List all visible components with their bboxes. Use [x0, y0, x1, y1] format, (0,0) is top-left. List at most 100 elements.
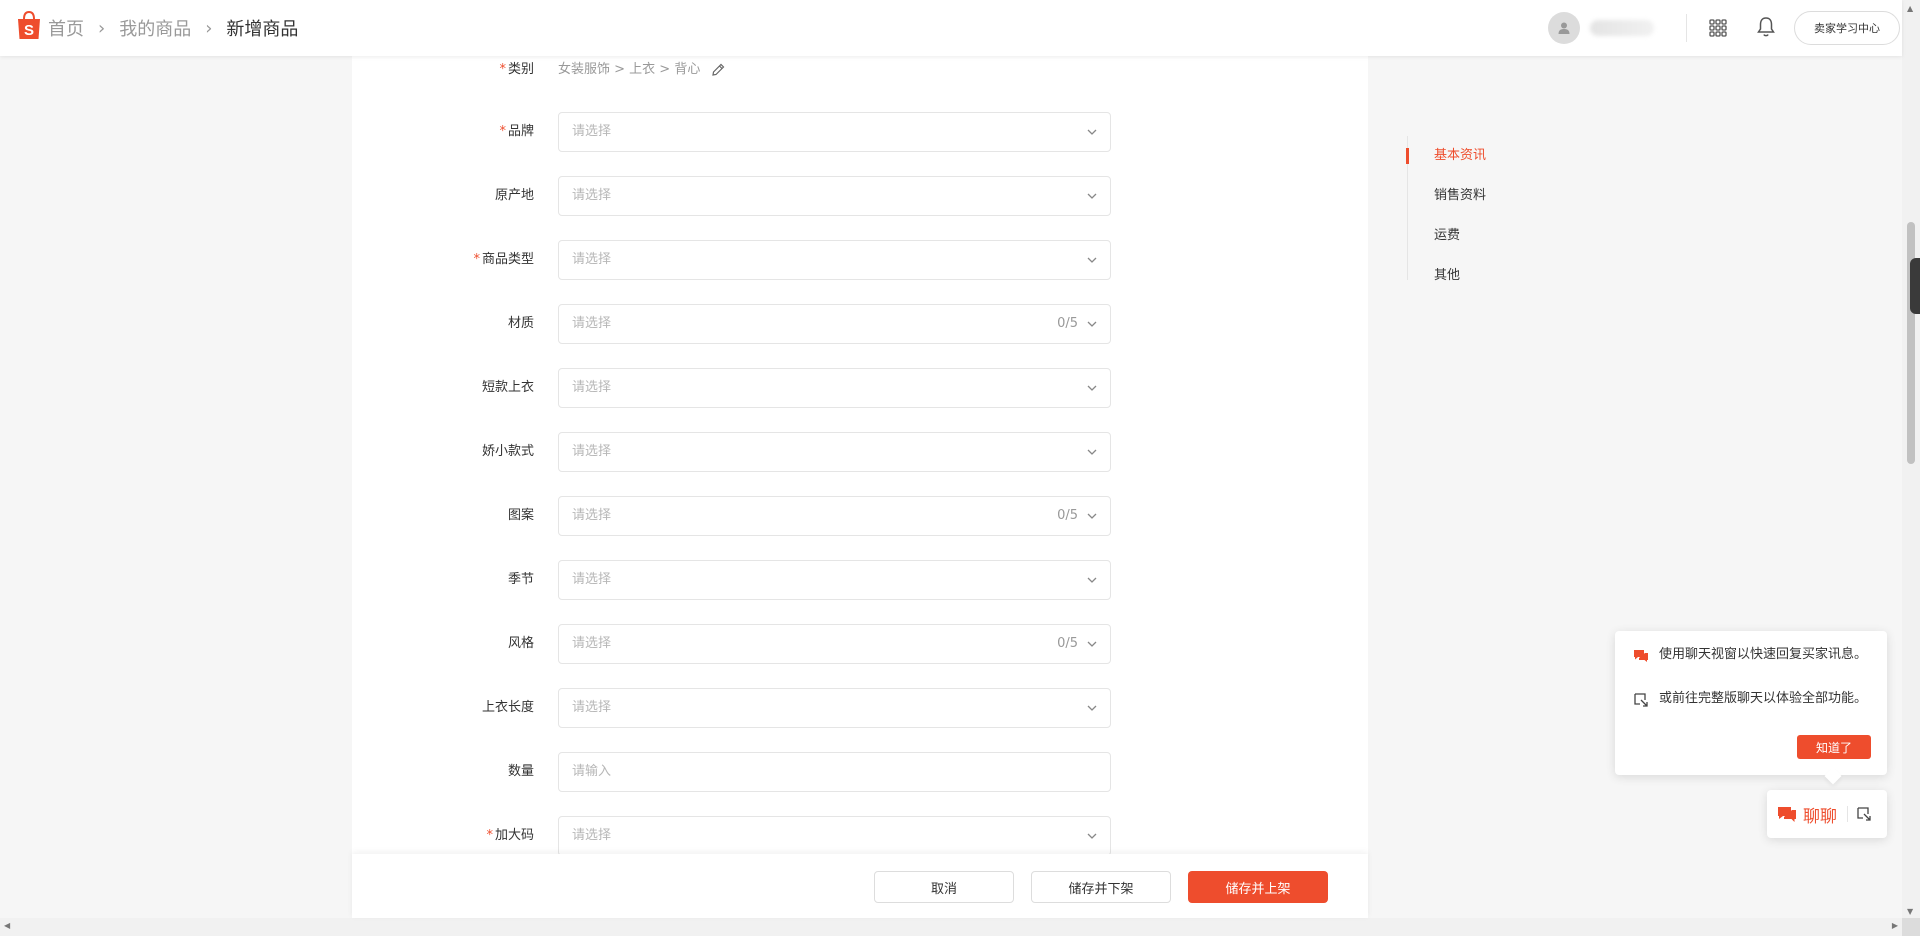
chevron-down-icon — [1087, 577, 1097, 583]
scroll-corner — [1902, 918, 1920, 936]
field-label: 季节 — [507, 572, 534, 587]
product-type-select[interactable]: 请选择 — [558, 240, 1111, 280]
top-header: S 首页 › 我的商品 › 新增商品 卖家学习中心 — [0, 0, 1902, 56]
crop-top-select[interactable]: 请选择 — [558, 368, 1111, 408]
top-length-select[interactable]: 请选择 — [558, 688, 1111, 728]
style-select[interactable]: 请选择 0/5 — [558, 624, 1111, 664]
field-label: 娇小款式 — [481, 444, 534, 459]
field-row-style: 风格 请选择 0/5 — [352, 624, 1368, 664]
chevron-down-icon — [1087, 513, 1097, 519]
external-window-icon[interactable] — [1856, 806, 1872, 822]
chevron-down-icon — [1087, 833, 1097, 839]
chat-tip-line: 使用聊天视窗以快速回复买家讯息。 — [1633, 647, 1873, 664]
field-row-material: 材质 请选择 0/5 — [352, 304, 1368, 344]
avatar[interactable] — [1548, 12, 1580, 44]
edit-pencil-icon[interactable] — [710, 62, 726, 78]
season-select[interactable]: 请选择 — [558, 560, 1111, 600]
category-label: * 类别 — [499, 62, 534, 77]
field-label: 数量 — [507, 764, 534, 779]
field-label: 图案 — [507, 508, 534, 523]
user-avatar-icon — [1558, 22, 1570, 34]
quantity-input[interactable]: 请输入 — [558, 752, 1111, 792]
field-row-pattern: 图案 请选择 0/5 — [352, 496, 1368, 536]
category-value: 女装服饰 > 上衣 > 背心 — [558, 62, 701, 77]
breadcrumb-current: 新增商品 — [226, 19, 299, 40]
chevron-down-icon — [1087, 321, 1097, 327]
breadcrumb-separator: › — [205, 17, 213, 39]
scroll-left-arrow-icon[interactable]: ◀ — [4, 921, 10, 930]
chat-launcher[interactable]: 聊聊 — [1767, 790, 1887, 838]
field-label: 材质 — [507, 316, 534, 331]
chevron-down-icon — [1087, 129, 1097, 135]
scroll-up-arrow-icon[interactable]: ▲ — [1907, 4, 1913, 13]
shopee-bag-icon[interactable]: S — [16, 11, 42, 41]
pattern-select[interactable]: 请选择 0/5 — [558, 496, 1111, 536]
chevron-down-icon — [1087, 257, 1097, 263]
chevron-down-icon — [1087, 641, 1097, 647]
chat-label: 聊聊 — [1803, 806, 1837, 827]
field-row-petite: 娇小款式 请选择 — [352, 432, 1368, 472]
field-row-plus-size: * 加大码 请选择 — [352, 816, 1368, 856]
field-row-quantity: 数量 请输入 — [352, 752, 1368, 792]
apps-grid-icon[interactable] — [1708, 18, 1728, 38]
field-row-origin: 原产地 请选择 — [352, 176, 1368, 216]
seller-learning-center-button[interactable]: 卖家学习中心 — [1794, 11, 1900, 45]
horizontal-scrollbar[interactable]: ◀ ▶ — [0, 918, 1902, 936]
field-label: 风格 — [507, 636, 534, 651]
brand-select[interactable]: 请选择 — [558, 112, 1111, 152]
category-row: * 类别 女装服饰 > 上衣 > 背心 — [352, 56, 1368, 96]
field-row-product-type: * 商品类型 请选择 — [352, 240, 1368, 280]
chevron-down-icon — [1087, 705, 1097, 711]
scroll-right-arrow-icon[interactable]: ▶ — [1892, 921, 1898, 930]
petite-select[interactable]: 请选择 — [558, 432, 1111, 472]
side-edge-widget[interactable] — [1910, 258, 1920, 314]
form-action-bar: 取消 储存并下架 储存并上架 — [352, 854, 1368, 918]
selection-count: 0/5 — [1057, 316, 1078, 331]
got-it-button[interactable]: 知道了 — [1797, 735, 1871, 759]
chevron-down-icon — [1087, 385, 1097, 391]
section-nav-sales-info[interactable]: 销售资料 — [1408, 176, 1486, 216]
field-row-brand: * 品牌 请选择 — [352, 112, 1368, 152]
field-label: 短款上衣 — [481, 380, 534, 395]
field-row-top-length: 上衣长度 请选择 — [352, 688, 1368, 728]
section-nav-basic-info[interactable]: 基本资讯 — [1405, 136, 1486, 176]
user-menu[interactable] — [1548, 12, 1654, 44]
chat-divider — [1847, 806, 1848, 822]
breadcrumb-home[interactable]: 首页 — [48, 15, 84, 41]
external-window-icon — [1634, 693, 1648, 707]
username-redacted — [1590, 20, 1654, 36]
field-label: * 加大码 — [486, 828, 534, 843]
field-label: * 商品类型 — [473, 252, 534, 267]
chat-bubble-icon — [1634, 650, 1648, 662]
bell-icon[interactable] — [1756, 16, 1776, 38]
save-publish-button[interactable]: 储存并上架 — [1188, 871, 1328, 903]
section-nav-shipping[interactable]: 运费 — [1408, 216, 1486, 256]
save-unpublish-button[interactable]: 储存并下架 — [1031, 871, 1171, 903]
breadcrumb: 首页 › 我的商品 › 新增商品 — [48, 15, 298, 41]
selection-count: 0/5 — [1057, 508, 1078, 523]
breadcrumb-my-products[interactable]: 我的商品 — [119, 15, 191, 41]
origin-select[interactable]: 请选择 — [558, 176, 1111, 216]
cancel-button[interactable]: 取消 — [874, 871, 1014, 903]
chevron-down-icon — [1087, 449, 1097, 455]
vertical-scrollbar[interactable]: ▲ ▼ — [1902, 0, 1920, 918]
plus-size-select[interactable]: 请选择 — [558, 816, 1111, 856]
field-row-season: 季节 请选择 — [352, 560, 1368, 600]
svg-text:S: S — [24, 22, 34, 39]
scroll-down-arrow-icon[interactable]: ▼ — [1907, 907, 1913, 916]
chat-tip-line: 或前往完整版聊天以体验全部功能。 — [1633, 691, 1873, 708]
header-divider — [1686, 14, 1687, 42]
section-nav: 基本资讯 销售资料 运费 其他 — [1405, 136, 1486, 283]
chevron-down-icon — [1087, 193, 1097, 199]
field-label: 上衣长度 — [481, 700, 534, 715]
chat-tip-popover: 使用聊天视窗以快速回复买家讯息。 或前往完整版聊天以体验全部功能。 知道了 — [1615, 631, 1887, 775]
material-select[interactable]: 请选择 0/5 — [558, 304, 1111, 344]
section-nav-others[interactable]: 其他 — [1408, 256, 1486, 296]
selection-count: 0/5 — [1057, 636, 1078, 651]
chat-bubble-icon — [1778, 807, 1796, 822]
product-form-panel: * 类别 女装服饰 > 上衣 > 背心 * 品牌 请选择 原产地 请选择 * 商品类型… — [352, 56, 1368, 918]
breadcrumb-separator: › — [98, 17, 106, 39]
field-row-crop-top: 短款上衣 请选择 — [352, 368, 1368, 408]
field-label: 原产地 — [494, 188, 534, 203]
field-label: * 品牌 — [499, 124, 534, 139]
